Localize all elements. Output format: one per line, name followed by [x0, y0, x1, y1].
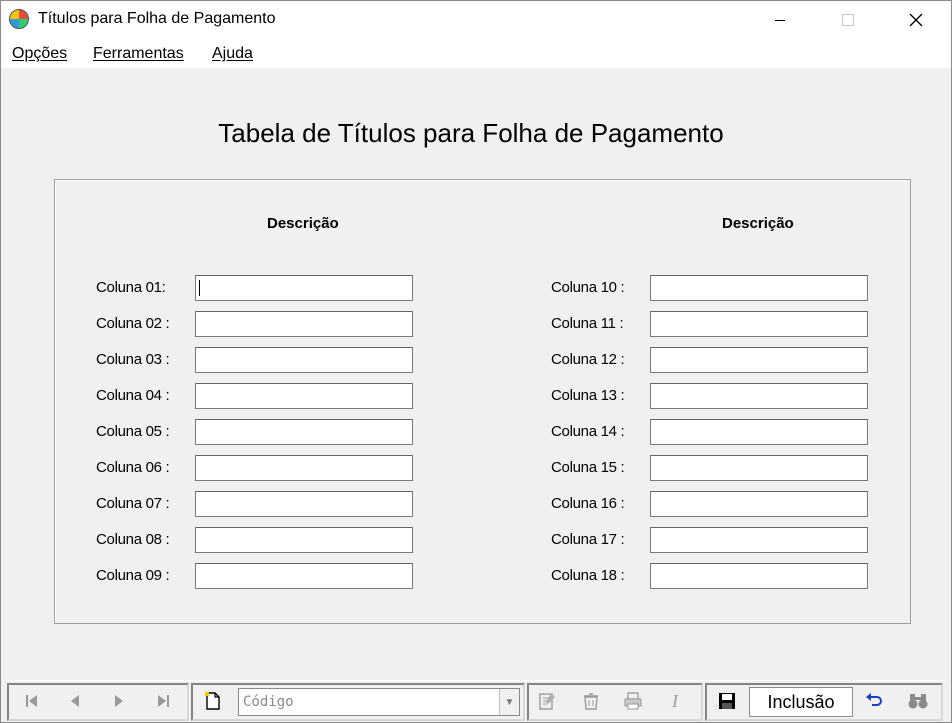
first-record-icon — [26, 695, 37, 707]
text-caret — [199, 280, 200, 296]
delete-record-button[interactable] — [573, 686, 609, 716]
find-button[interactable] — [900, 686, 936, 716]
save-button[interactable] — [709, 686, 745, 716]
italic-button[interactable]: I — [657, 686, 693, 716]
title-bar: Títulos para Folha de Pagamento — [1, 1, 951, 39]
coluna-02-label: Coluna 02 : — [96, 315, 170, 332]
coluna-03-field[interactable] — [195, 347, 413, 373]
last-record-icon — [158, 695, 169, 707]
coluna-01-label: Coluna 01: — [96, 279, 166, 296]
first-record-button[interactable] — [14, 686, 50, 716]
record-toolbar: Código ▼ I Inclusão — [5, 680, 945, 722]
window-title: Títulos para Folha de Pagamento — [38, 10, 276, 27]
edit-record-icon — [539, 693, 555, 710]
previous-record-button[interactable] — [57, 686, 93, 716]
coluna-11-label: Coluna 11 : — [551, 315, 624, 332]
next-record-icon — [115, 695, 123, 707]
edit-record-button[interactable] — [529, 686, 565, 716]
coluna-15-field[interactable] — [650, 455, 868, 481]
coluna-10-field[interactable] — [650, 275, 868, 301]
undo-icon — [866, 693, 882, 706]
print-icon — [624, 692, 642, 710]
print-button[interactable] — [615, 686, 651, 716]
previous-record-icon — [71, 695, 79, 707]
last-record-button[interactable] — [145, 686, 181, 716]
form-title: Tabela de Títulos para Folha de Pagament… — [218, 118, 724, 148]
coluna-04-field[interactable] — [195, 383, 413, 409]
coluna-17-label: Coluna 17 : — [551, 531, 625, 548]
codigo-placeholder: Código — [243, 694, 294, 710]
save-icon — [719, 693, 735, 709]
maximize-button[interactable] — [825, 1, 871, 39]
coluna-06-field[interactable] — [195, 455, 413, 481]
coluna-17-field[interactable] — [650, 527, 868, 553]
left-column-header: Descrição — [267, 215, 339, 232]
coluna-13-field[interactable] — [650, 383, 868, 409]
app-window: Títulos para Folha de Pagamento Opções F… — [0, 0, 952, 723]
coluna-07-label: Coluna 07 : — [96, 495, 170, 512]
binoculars-icon — [908, 694, 928, 709]
coluna-14-field[interactable] — [650, 419, 868, 445]
coluna-09-field[interactable] — [195, 563, 413, 589]
coluna-16-label: Coluna 16 : — [551, 495, 625, 512]
right-column-header: Descrição — [722, 215, 794, 232]
coluna-01-field[interactable] — [195, 275, 413, 301]
coluna-04-label: Coluna 04 : — [96, 387, 170, 404]
coluna-15-label: Coluna 15 : — [551, 459, 625, 476]
next-record-button[interactable] — [101, 686, 137, 716]
coluna-13-label: Coluna 13 : — [551, 387, 625, 404]
coluna-06-label: Coluna 06 : — [96, 459, 170, 476]
coluna-12-field[interactable] — [650, 347, 868, 373]
coluna-12-label: Coluna 12 : — [551, 351, 625, 368]
delete-record-icon — [584, 693, 598, 710]
app-globe-icon — [9, 9, 29, 29]
coluna-02-field[interactable] — [195, 311, 413, 337]
coluna-10-label: Coluna 10 : — [551, 279, 625, 296]
coluna-05-field[interactable] — [195, 419, 413, 445]
coluna-09-label: Coluna 09 : — [96, 567, 170, 584]
coluna-08-field[interactable] — [195, 527, 413, 553]
codigo-combobox[interactable]: Código ▼ — [238, 688, 520, 716]
mode-status: Inclusão — [749, 687, 853, 717]
coluna-16-field[interactable] — [650, 491, 868, 517]
minimize-button[interactable] — [757, 1, 803, 39]
menu-bar: Opções Ferramentas Ajuda — [1, 39, 951, 68]
menu-ferramentas[interactable]: Ferramentas — [93, 45, 184, 63]
menu-ajuda[interactable]: Ajuda — [212, 45, 253, 63]
coluna-08-label: Coluna 08 : — [96, 531, 170, 548]
coluna-03-label: Coluna 03 : — [96, 351, 170, 368]
minimize-icon — [775, 19, 785, 21]
close-button[interactable] — [893, 1, 939, 39]
coluna-05-label: Coluna 05 : — [96, 423, 170, 440]
italic-icon: I — [672, 690, 678, 711]
coluna-11-field[interactable] — [650, 311, 868, 337]
coluna-18-label: Coluna 18 : — [551, 567, 625, 584]
coluna-14-label: Coluna 14 : — [551, 423, 625, 440]
close-icon — [909, 13, 923, 27]
menu-opcoes[interactable]: Opções — [12, 45, 67, 63]
new-document-icon — [205, 692, 220, 710]
new-record-button[interactable] — [195, 686, 231, 716]
chevron-down-icon[interactable]: ▼ — [499, 689, 519, 715]
coluna-07-field[interactable] — [195, 491, 413, 517]
coluna-18-field[interactable] — [650, 563, 868, 589]
maximize-icon — [842, 14, 854, 26]
undo-button[interactable] — [856, 686, 892, 716]
